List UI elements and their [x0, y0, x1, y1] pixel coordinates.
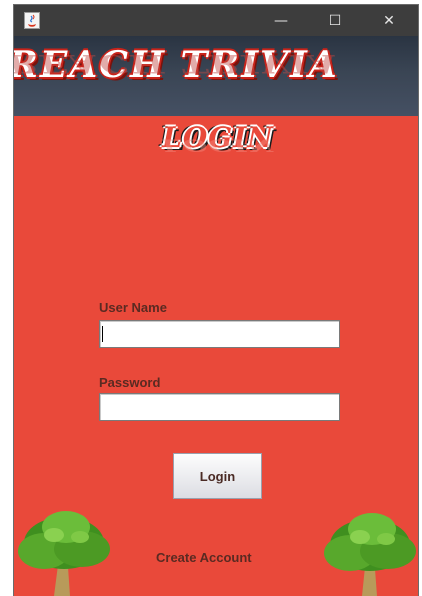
maximize-button[interactable]: ☐: [312, 5, 358, 36]
java-coffee-icon[interactable]: [24, 12, 40, 29]
minimize-button[interactable]: —: [258, 5, 304, 36]
app-window: — ☐ ✕ REACH TRIVIA REACH TRIVIA LOGIN LO…: [14, 5, 418, 596]
app-title-reflection: REACH TRIVIA: [14, 48, 339, 78]
password-input[interactable]: [99, 393, 340, 421]
header-banner: REACH TRIVIA REACH TRIVIA: [14, 36, 418, 116]
username-input[interactable]: [99, 320, 340, 348]
close-button[interactable]: ✕: [366, 5, 412, 36]
tree-icon: [18, 511, 110, 596]
title-bar[interactable]: — ☐ ✕: [14, 5, 418, 36]
login-button[interactable]: Login: [173, 453, 262, 499]
login-heading-reflection: LOGIN: [162, 135, 274, 155]
tree-icon: [324, 513, 416, 596]
password-label: Password: [99, 375, 161, 390]
username-label: User Name: [99, 300, 167, 315]
create-account-link[interactable]: Create Account: [156, 550, 252, 565]
text-caret: [102, 326, 103, 342]
